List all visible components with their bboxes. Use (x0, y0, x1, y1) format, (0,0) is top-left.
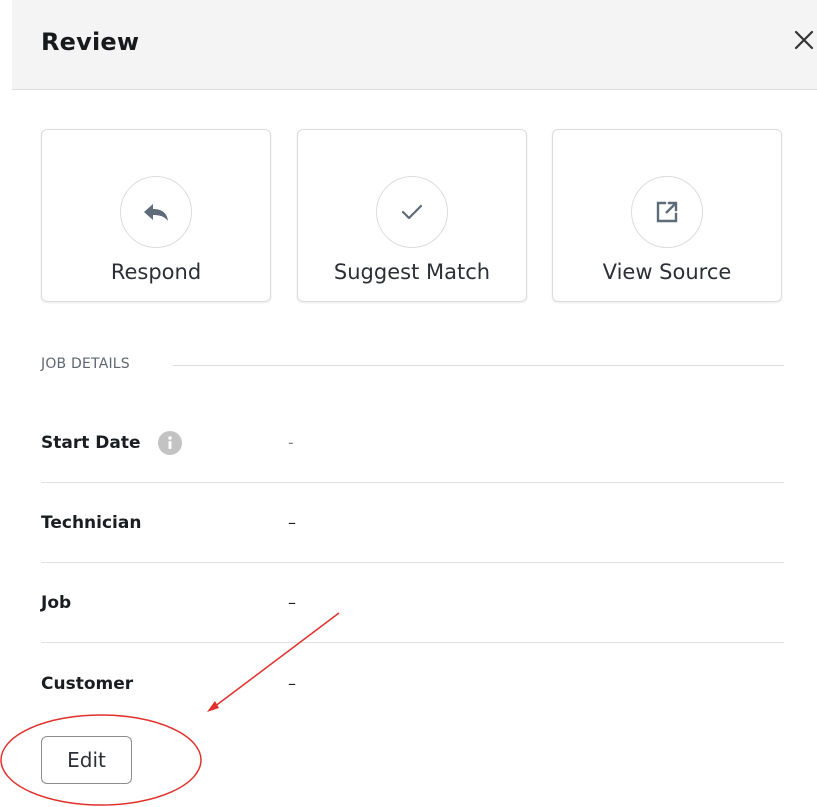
technician-value: – (288, 513, 296, 532)
close-icon[interactable] (791, 27, 817, 53)
detail-row-job: Job – (41, 563, 784, 643)
suggest-match-label: Suggest Match (333, 260, 491, 284)
info-icon[interactable] (158, 431, 182, 455)
row-divider (41, 642, 784, 643)
start-date-value: - (288, 433, 294, 452)
detail-row-start-date: Start Date - (41, 403, 784, 483)
view-source-label: View Source (602, 260, 732, 284)
external-link-icon (656, 201, 678, 223)
start-date-label: Start Date (41, 433, 141, 453)
reply-icon (144, 204, 168, 221)
job-label: Job (41, 593, 72, 613)
suggest-match-icon-circle (376, 176, 448, 248)
edit-button[interactable]: Edit (41, 736, 132, 784)
respond-label: Respond (110, 260, 202, 284)
detail-row-customer: Customer – (41, 644, 784, 724)
panel-header: Review (12, 0, 817, 90)
respond-button[interactable]: Respond (41, 129, 271, 302)
view-source-icon-circle (631, 176, 703, 248)
customer-label: Customer (41, 674, 134, 694)
check-icon (401, 204, 423, 220)
view-source-button[interactable]: View Source (552, 129, 782, 302)
technician-label: Technician (41, 513, 142, 533)
job-details-section-title: JOB DETAILS (41, 356, 130, 372)
close-button[interactable] (791, 27, 817, 53)
job-value: – (288, 593, 296, 612)
panel-title: Review (41, 28, 140, 56)
suggest-match-button[interactable]: Suggest Match (297, 129, 527, 302)
respond-icon-circle (120, 176, 192, 248)
customer-value: – (288, 674, 296, 693)
section-divider (173, 365, 784, 366)
detail-row-technician: Technician – (41, 483, 784, 563)
